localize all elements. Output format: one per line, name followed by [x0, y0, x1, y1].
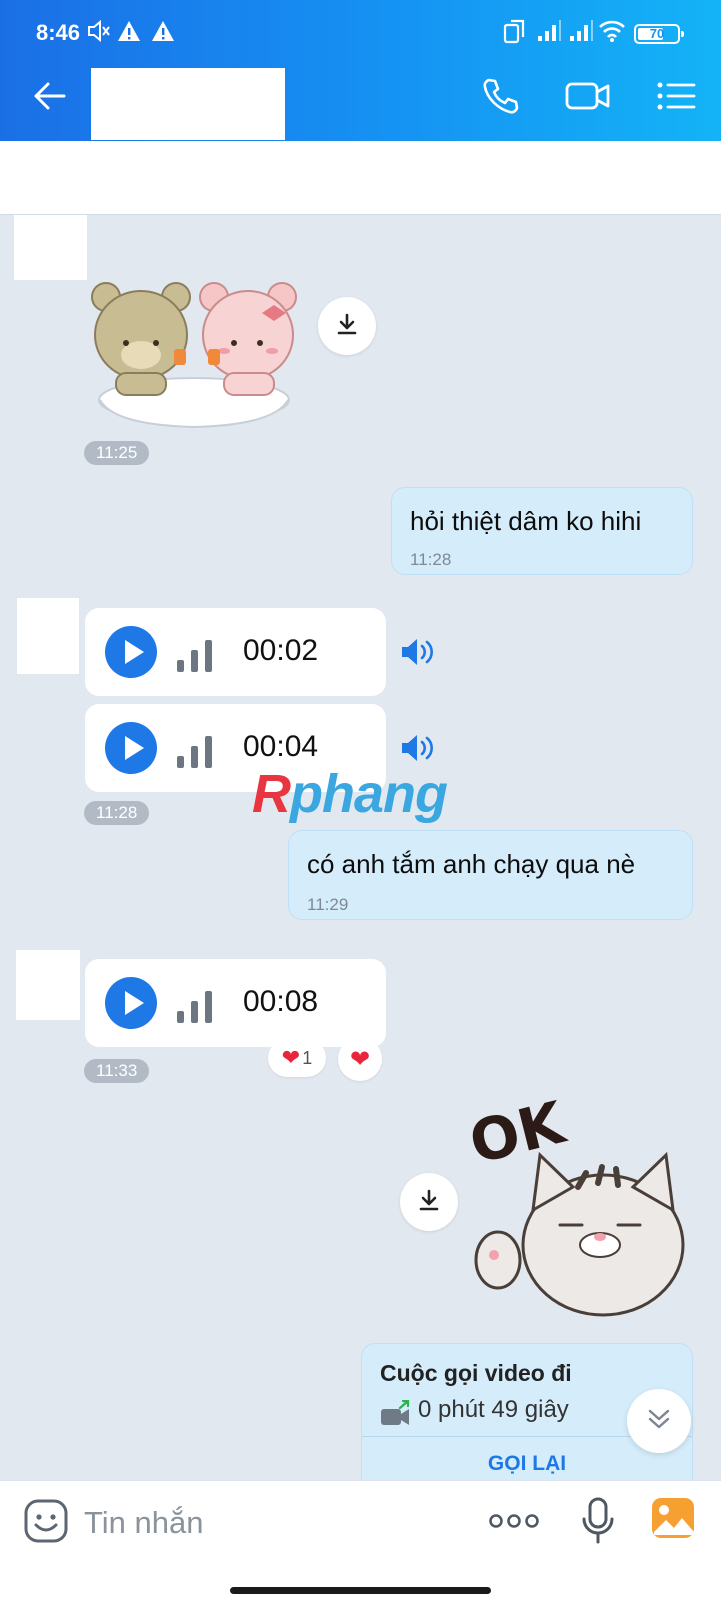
- waveform-icon: [177, 734, 215, 768]
- back-button[interactable]: [24, 72, 76, 124]
- voice-duration: 00:08: [243, 985, 319, 1018]
- arrow-left-icon: [32, 78, 68, 119]
- contact-name-redacted[interactable]: [91, 68, 285, 140]
- send-image-button[interactable]: [648, 1495, 698, 1545]
- chat-menu-button[interactable]: [650, 72, 702, 124]
- heart-icon: ❤: [281, 1045, 301, 1070]
- download-icon: [334, 311, 360, 342]
- reaction-summary[interactable]: ❤ 1: [268, 1039, 326, 1077]
- outgoing-message[interactable]: hỏi thiệt dâm ko hihi 11:28: [391, 487, 693, 575]
- play-button[interactable]: [105, 722, 157, 774]
- play-button[interactable]: [105, 626, 157, 678]
- home-indicator: [230, 1587, 491, 1594]
- watermark-logo: Rphang: [252, 764, 448, 824]
- avatar-redacted: [14, 215, 87, 280]
- emoji-button[interactable]: [20, 1497, 72, 1549]
- list-menu-icon: [656, 78, 696, 119]
- message-time: 11:33: [84, 1059, 150, 1083]
- chat-header: [0, 56, 721, 141]
- download-icon: [416, 1187, 442, 1218]
- message-text: có anh tắm anh chạy qua nè: [307, 849, 636, 879]
- download-sticker-button[interactable]: [400, 1173, 458, 1231]
- outgoing-message[interactable]: có anh tắm anh chạy qua nè 11:29: [288, 830, 693, 920]
- battery-level-text: 70: [649, 26, 665, 41]
- voice-message[interactable]: 00:08: [85, 959, 386, 1047]
- message-time: 11:28: [84, 801, 150, 825]
- play-button[interactable]: [105, 977, 157, 1029]
- video-call-outgoing-icon: [380, 1399, 412, 1433]
- react-button[interactable]: ❤: [338, 1037, 382, 1081]
- sim-dual-icon: [502, 18, 528, 51]
- voice-record-button[interactable]: [572, 1493, 624, 1553]
- speaker-icon[interactable]: [400, 732, 440, 764]
- voice-call-button[interactable]: [474, 72, 526, 124]
- waveform-icon: [177, 638, 215, 672]
- call-title: Cuộc gọi video đi: [380, 1360, 572, 1386]
- warning-icon: [116, 18, 142, 49]
- message-text: hỏi thiệt dâm ko hihi: [410, 506, 642, 536]
- signal-icon: [536, 18, 562, 49]
- avatar-redacted: [17, 598, 79, 674]
- message-input-bar: [0, 1480, 721, 1600]
- pinned-bar-blank: [0, 141, 721, 215]
- microphone-icon: [581, 1497, 615, 1550]
- battery-tip: [681, 31, 684, 37]
- video-camera-icon: [565, 78, 611, 119]
- voice-duration: 00:04: [243, 730, 319, 763]
- mute-icon: [86, 18, 112, 49]
- heart-icon: ❤: [349, 1045, 371, 1073]
- video-call-button[interactable]: [562, 72, 614, 124]
- speaker-icon[interactable]: [400, 636, 440, 668]
- more-options-button[interactable]: [484, 1503, 544, 1543]
- voice-message[interactable]: 00:02: [85, 608, 386, 696]
- top-bar: 8:46 70: [0, 0, 721, 141]
- battery-icon: 70: [634, 24, 684, 44]
- message-time: 11:29: [307, 895, 349, 914]
- voice-duration: 00:02: [243, 634, 319, 667]
- double-chevron-down-icon: [645, 1405, 673, 1438]
- reaction-count: 1: [302, 1047, 313, 1068]
- warning-icon: [150, 18, 176, 49]
- message-time: 11:28: [410, 550, 452, 569]
- signal-icon: [568, 18, 594, 49]
- bears-sticker[interactable]: [84, 275, 304, 435]
- sticker-face-icon: [23, 1498, 69, 1549]
- status-bar: 8:46 70: [0, 0, 721, 56]
- image-gallery-icon: [650, 1496, 696, 1545]
- waveform-icon: [177, 989, 215, 1023]
- message-input[interactable]: [84, 1495, 464, 1551]
- chat-area[interactable]: 11:25 hỏi thiệt dâm ko hihi 11:28 00:02 …: [0, 215, 721, 1480]
- download-sticker-button[interactable]: [318, 297, 376, 355]
- status-time: 8:46: [36, 20, 81, 45]
- ok-cat-sticker[interactable]: OK: [463, 1088, 693, 1320]
- avatar-redacted: [16, 950, 80, 1020]
- scroll-to-bottom-button[interactable]: [627, 1389, 691, 1453]
- sticker-text: OK: [468, 1095, 573, 1177]
- more-dots-icon: [488, 1513, 540, 1534]
- wifi-icon: [598, 18, 626, 49]
- message-time: 11:25: [84, 441, 150, 465]
- phone-icon: [480, 76, 520, 121]
- call-back-button[interactable]: GỌI LẠI: [362, 1452, 692, 1476]
- call-duration: 0 phút 49 giây: [418, 1396, 569, 1423]
